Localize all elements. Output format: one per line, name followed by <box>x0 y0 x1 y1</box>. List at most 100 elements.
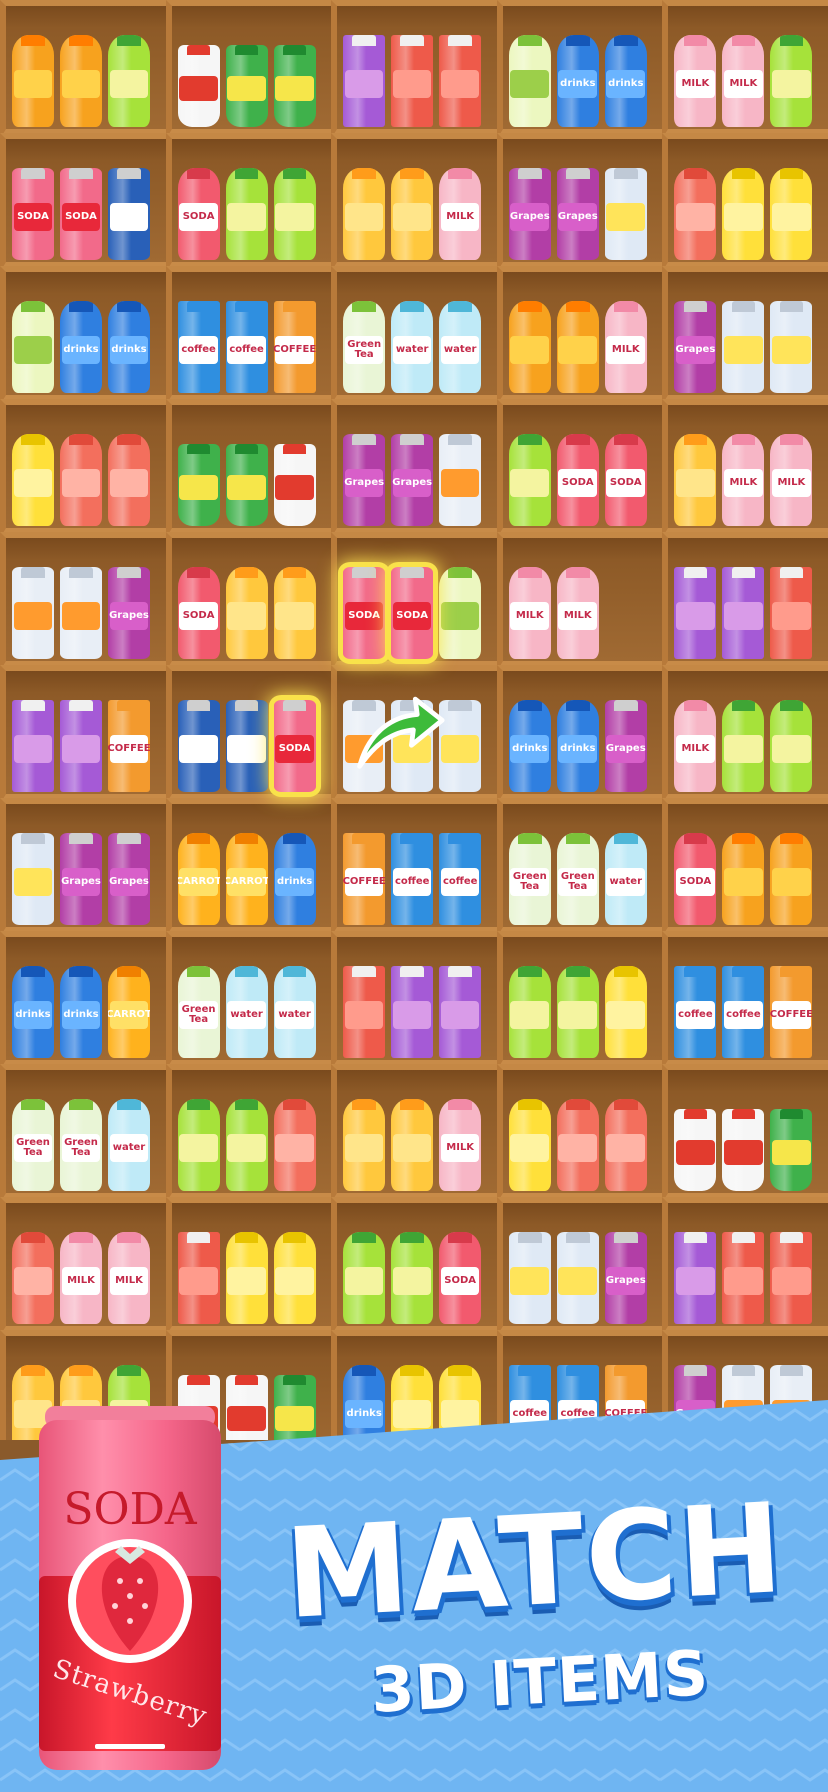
mango-item[interactable] <box>391 1099 434 1191</box>
lime-bottle-item[interactable] <box>177 1099 220 1191</box>
cherry-juice-item[interactable] <box>343 966 386 1058</box>
soda-can-item[interactable]: SODA <box>60 168 102 260</box>
orange-can-item[interactable] <box>12 567 54 659</box>
orange-bottle-item[interactable] <box>770 833 813 925</box>
milk-item[interactable]: MILK <box>674 35 717 127</box>
lemon-green-item[interactable] <box>12 301 54 393</box>
grape-can-item[interactable]: Grapes <box>556 168 599 260</box>
milk-item[interactable]: MILK <box>60 1232 102 1324</box>
milk-item[interactable]: MILK <box>108 1232 150 1324</box>
lime-bottle-item[interactable] <box>225 168 268 260</box>
cup-red-item[interactable] <box>674 1109 717 1191</box>
green-tea-item[interactable]: Green Tea <box>60 1099 102 1191</box>
milk-item[interactable]: MILK <box>722 35 765 127</box>
mango-item[interactable] <box>391 168 434 260</box>
green-tea-item[interactable]: Green Tea <box>12 1099 54 1191</box>
coffee-orange-item[interactable]: COFFEE <box>108 700 150 792</box>
lemon-can-item[interactable] <box>556 1232 599 1324</box>
coffee-blue-item[interactable]: coffee <box>722 966 765 1058</box>
coffee-blue-item[interactable]: coffee <box>391 833 434 925</box>
mango-item[interactable] <box>674 434 717 526</box>
milk-item[interactable]: MILK <box>770 434 813 526</box>
blue-drink-item[interactable]: drinks <box>273 833 316 925</box>
lime-bottle-item[interactable] <box>770 700 813 792</box>
orange-bottle-item[interactable] <box>556 301 599 393</box>
orange-bottle-item[interactable] <box>722 833 765 925</box>
mango-item[interactable] <box>343 1099 386 1191</box>
soda-bottle-item[interactable]: SODA <box>439 1232 482 1324</box>
grape-juice-item[interactable] <box>722 567 765 659</box>
coffee-blue-item[interactable]: coffee <box>439 833 482 925</box>
blue-drink-item[interactable]: drinks <box>60 966 102 1058</box>
mango-item[interactable] <box>225 567 268 659</box>
grape-can-item[interactable]: Grapes <box>343 434 386 526</box>
cup-green-item[interactable] <box>770 1109 813 1191</box>
lime-bottle-item[interactable] <box>508 434 551 526</box>
yellow-bottle-item[interactable] <box>508 1099 551 1191</box>
cup-green-item[interactable] <box>177 444 220 526</box>
blue-drink-item[interactable]: drinks <box>604 35 647 127</box>
lemon-can-item[interactable] <box>604 168 647 260</box>
lemon-can-item[interactable] <box>12 833 54 925</box>
cup-red-item[interactable] <box>273 444 316 526</box>
mango-item[interactable] <box>343 168 386 260</box>
soda-bottle-item[interactable]: SODA <box>177 567 220 659</box>
blue-drink-item[interactable]: drinks <box>508 700 551 792</box>
water-item[interactable]: water <box>225 966 268 1058</box>
green-tea-item[interactable]: Green Tea <box>177 966 220 1058</box>
milk-item[interactable]: MILK <box>674 700 717 792</box>
water-item[interactable]: water <box>273 966 316 1058</box>
blue-drink-item[interactable]: drinks <box>108 301 150 393</box>
lime-bottle-item[interactable] <box>508 966 551 1058</box>
lime-bottle-item[interactable] <box>273 168 316 260</box>
lemon-green-item[interactable] <box>508 35 551 127</box>
milk-item[interactable]: MILK <box>722 434 765 526</box>
lime-bottle-item[interactable] <box>108 35 150 127</box>
grape-can-item[interactable]: Grapes <box>604 1232 647 1324</box>
yellow-bottle-item[interactable] <box>722 168 765 260</box>
soda-can-item[interactable]: SODA <box>12 168 54 260</box>
soda-bottle-item[interactable]: SODA <box>177 168 220 260</box>
coffee-blue-item[interactable]: coffee <box>225 301 268 393</box>
grape-juice-item[interactable] <box>674 567 717 659</box>
grape-juice-item[interactable] <box>391 966 434 1058</box>
grape-juice-item[interactable] <box>674 1232 717 1324</box>
lemon-can-item[interactable] <box>508 1232 551 1324</box>
orange-can-item[interactable] <box>439 434 482 526</box>
lemon-can-item[interactable] <box>770 301 813 393</box>
milk-item[interactable]: MILK <box>508 567 551 659</box>
yellow-bottle-item[interactable] <box>770 168 813 260</box>
coffee-orange-item[interactable]: COFFEE <box>343 833 386 925</box>
water-item[interactable]: water <box>604 833 647 925</box>
coffee-orange-item[interactable]: COFFEE <box>273 301 316 393</box>
soda-can-item[interactable]: SODA <box>391 567 434 659</box>
green-tea-item[interactable]: Green Tea <box>508 833 551 925</box>
grape-can-item[interactable]: Grapes <box>60 833 102 925</box>
blue-drink-item[interactable]: drinks <box>556 700 599 792</box>
lime-bottle-item[interactable] <box>722 700 765 792</box>
grape-juice-item[interactable] <box>12 700 54 792</box>
lime-bottle-item[interactable] <box>343 1232 386 1324</box>
grape-can-item[interactable]: Grapes <box>108 567 150 659</box>
coffee-blue-item[interactable]: coffee <box>177 301 220 393</box>
water-item[interactable]: water <box>391 301 434 393</box>
milk-item[interactable]: MILK <box>556 567 599 659</box>
yellow-bottle-item[interactable] <box>225 1232 268 1324</box>
lemon-green-item[interactable] <box>439 567 482 659</box>
lime-bottle-item[interactable] <box>770 35 813 127</box>
blue-drink-item[interactable]: drinks <box>12 966 54 1058</box>
orange-bottle-item[interactable] <box>508 301 551 393</box>
blue-drink-item[interactable]: drinks <box>60 301 102 393</box>
yellow-bottle-item[interactable] <box>12 434 54 526</box>
watermelon-item[interactable] <box>556 1099 599 1191</box>
cherry-juice-item[interactable] <box>770 1232 813 1324</box>
cherry-juice-item[interactable] <box>722 1232 765 1324</box>
grape-juice-item[interactable] <box>343 35 386 127</box>
grape-can-item[interactable]: Grapes <box>508 168 551 260</box>
carrot-item[interactable]: CARROT <box>108 966 150 1058</box>
soda-bottle-item[interactable]: SODA <box>674 833 717 925</box>
lime-bottle-item[interactable] <box>225 1099 268 1191</box>
water-item[interactable]: water <box>439 301 482 393</box>
cup-red-item[interactable] <box>722 1109 765 1191</box>
cherry-juice-item[interactable] <box>391 35 434 127</box>
